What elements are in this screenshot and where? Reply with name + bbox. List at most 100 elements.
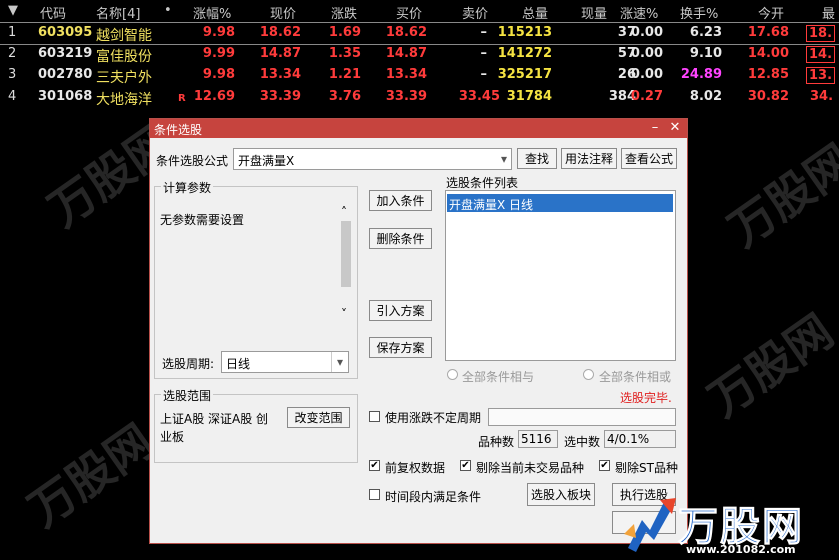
stock-code: 603095 xyxy=(38,25,93,40)
registration-flag: R xyxy=(178,93,186,104)
col-open[interactable]: 今开 xyxy=(758,3,784,22)
exclude-st-checkbox[interactable]: ✔ xyxy=(599,460,610,471)
condition-stock-dialog: 条件选股 – ✕ 条件选股公式 开盘满量X ▾ 查找 用法注释 查看公式 计算参… xyxy=(149,118,688,544)
col-turnover[interactable]: 换手% xyxy=(680,3,718,22)
radio-and[interactable] xyxy=(447,369,458,380)
site-logo: 万股网 www.201082.com xyxy=(620,492,839,560)
col-name[interactable]: 名称[4] xyxy=(96,3,140,22)
params-text: 无参数需要设置 xyxy=(160,213,245,227)
col-dot: • xyxy=(164,3,172,18)
watermark: 万股网 xyxy=(698,303,839,428)
turnover-cell: 9.10 xyxy=(689,46,722,61)
time-range-checkbox[interactable] xyxy=(369,489,380,500)
table-row[interactable]: 1 603095 越剑智能 9.98 18.62 1.69 18.62 – 11… xyxy=(0,22,839,45)
speed-cell: 0.27 xyxy=(630,89,663,104)
change-cell: 1.35 xyxy=(328,46,361,61)
import-scheme-button[interactable]: 引入方案 xyxy=(369,300,432,321)
stock-name: 大地海洋 xyxy=(96,92,152,108)
radio-or[interactable] xyxy=(583,369,594,380)
bid-cell: 13.34 xyxy=(385,67,427,82)
adjust-label: 前复权数据 xyxy=(385,461,446,475)
col-code[interactable]: 代码 xyxy=(40,3,66,22)
params-scrollbar[interactable]: ˄ ˅ xyxy=(339,205,353,323)
scroll-thumb[interactable] xyxy=(341,221,351,287)
selected-field: 4/0.1% xyxy=(604,430,676,448)
change-cell: 3.76 xyxy=(328,89,361,104)
table-header: ▼ 代码 名称[4] • 涨幅% 现价 涨跌 买价 卖价 总量 现量 涨速% 换… xyxy=(0,0,839,22)
col-bid[interactable]: 买价 xyxy=(396,3,422,22)
scroll-up-icon[interactable]: ˄ xyxy=(341,205,347,219)
save-scheme-button[interactable]: 保存方案 xyxy=(369,337,432,358)
pct-cell: 9.98 xyxy=(202,25,235,40)
price-cell: 33.39 xyxy=(259,89,301,104)
table-row[interactable]: 3 002780 三夫户外 9.98 13.34 1.21 13.34 – 32… xyxy=(0,65,839,86)
period-select[interactable]: 日线 ▾ xyxy=(221,351,349,373)
price-cell: 14.87 xyxy=(259,46,301,61)
stock-name: 富佳股份 xyxy=(96,49,152,65)
view-formula-button[interactable]: 查看公式 xyxy=(621,148,677,169)
dialog-titlebar[interactable]: 条件选股 – ✕ xyxy=(150,119,687,138)
col-high[interactable]: 最 xyxy=(822,3,835,22)
turnover-cell: 8.02 xyxy=(689,89,722,104)
col-speed[interactable]: 涨速% xyxy=(620,3,658,22)
usage-notes-button[interactable]: 用法注释 xyxy=(561,148,617,169)
open-cell: 14.00 xyxy=(747,46,789,61)
condition-list[interactable]: 开盘满量X 日线 xyxy=(445,190,676,361)
adjust-checkbox[interactable]: ✔ xyxy=(369,460,380,471)
bid-cell: 18.62 xyxy=(385,25,427,40)
exclude-untraded-checkbox[interactable]: ✔ xyxy=(460,460,471,471)
params-group-title: 计算参数 xyxy=(161,179,214,196)
stock-code: 603219 xyxy=(38,46,93,61)
add-condition-button[interactable]: 加入条件 xyxy=(369,190,432,211)
high-cell: 34. xyxy=(810,89,834,104)
pct-cell: 9.98 xyxy=(202,67,235,82)
pct-cell: 12.69 xyxy=(193,89,235,104)
pct-cell: 9.99 xyxy=(202,46,235,61)
table-row[interactable]: 4 301068 大地海洋 R 12.69 33.39 3.76 33.39 3… xyxy=(0,87,839,108)
col-ask[interactable]: 卖价 xyxy=(462,3,488,22)
ask-cell: – xyxy=(480,25,488,40)
to-board-button[interactable]: 选股入板块 xyxy=(527,483,595,506)
selected-value: 4/0.1% xyxy=(607,432,650,446)
watermark: 万股网 xyxy=(718,133,839,258)
col-volume[interactable]: 总量 xyxy=(522,3,548,22)
change-range-button[interactable]: 改变范围 xyxy=(287,407,350,428)
delete-condition-button[interactable]: 删除条件 xyxy=(369,228,432,249)
count-field: 5116 xyxy=(518,430,558,448)
chevron-down-icon[interactable]: ▾ xyxy=(501,152,507,166)
list-item[interactable]: 开盘满量X 日线 xyxy=(447,194,673,212)
table-row[interactable]: 2 603219 富佳股份 9.99 14.87 1.35 14.87 – 14… xyxy=(0,44,839,65)
change-cell: 1.69 xyxy=(328,25,361,40)
condition-list-label: 选股条件列表 xyxy=(446,176,519,190)
volume-cell: 115213 xyxy=(497,25,552,40)
period-value: 日线 xyxy=(226,357,251,371)
find-button[interactable]: 查找 xyxy=(517,148,557,169)
dialog-title: 条件选股 xyxy=(154,123,203,137)
col-cur-vol[interactable]: 现量 xyxy=(581,3,607,22)
close-icon[interactable]: ✕ xyxy=(667,120,683,136)
open-cell: 12.85 xyxy=(747,67,789,82)
turnover-cell: 24.89 xyxy=(680,67,722,82)
row-index: 4 xyxy=(8,89,17,104)
speed-cell: 0.00 xyxy=(630,67,663,82)
formula-value: 开盘满量X xyxy=(238,154,295,168)
col-price[interactable]: 现价 xyxy=(270,3,296,22)
selected-label: 选中数 xyxy=(564,435,601,449)
high-cell: 13. xyxy=(806,67,836,84)
col-change[interactable]: 涨跌 xyxy=(331,3,357,22)
sort-arrow-icon[interactable]: ▼ xyxy=(8,3,18,18)
col-pct[interactable]: 涨幅% xyxy=(193,3,231,22)
period-input[interactable] xyxy=(488,408,676,426)
ask-cell: 33.45 xyxy=(458,89,500,104)
scroll-down-icon[interactable]: ˅ xyxy=(341,307,347,321)
minimize-icon[interactable]: – xyxy=(647,120,663,136)
bid-cell: 33.39 xyxy=(385,89,427,104)
chevron-down-icon[interactable]: ▾ xyxy=(331,352,348,372)
use-period-checkbox[interactable] xyxy=(369,411,380,422)
open-cell: 30.82 xyxy=(747,89,789,104)
range-text: 上证A股 深证A股 创业板 xyxy=(160,412,269,444)
speed-cell: 0.00 xyxy=(630,46,663,61)
row-index: 1 xyxy=(8,25,17,40)
formula-select[interactable]: 开盘满量X ▾ xyxy=(233,148,512,170)
logo-url: www.201082.com xyxy=(686,543,796,556)
